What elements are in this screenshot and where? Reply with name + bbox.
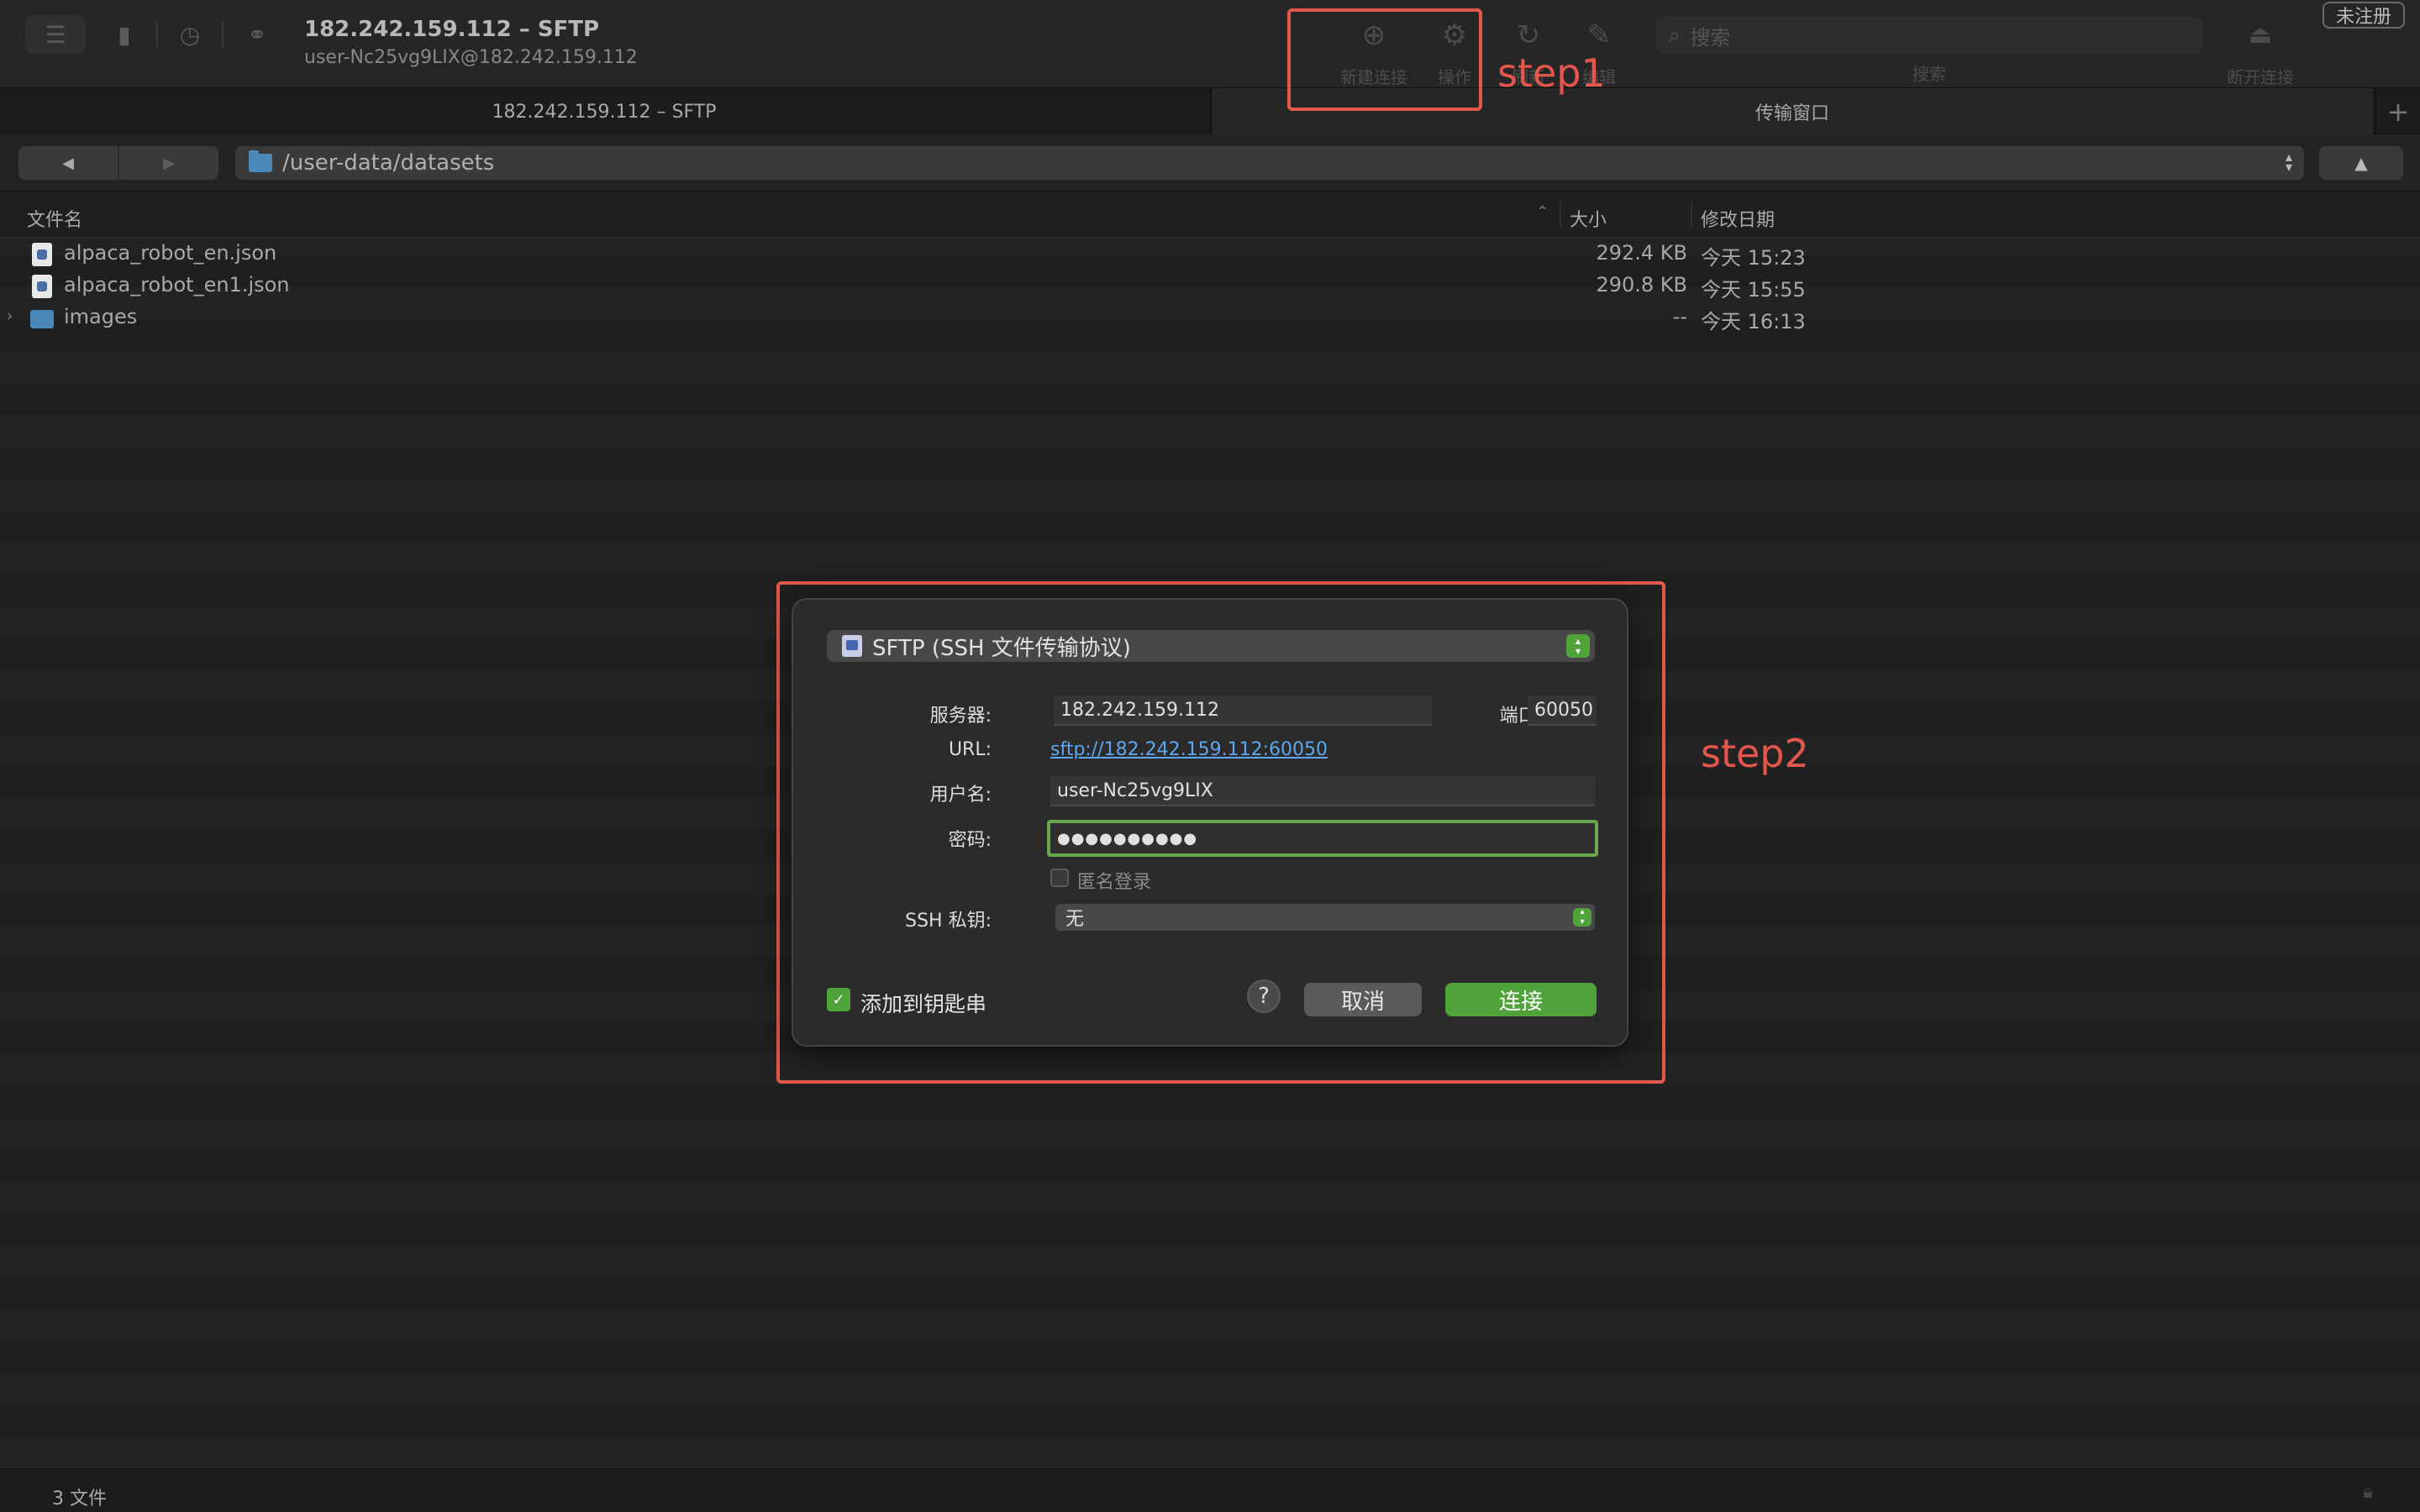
search-field[interactable]: ⌕ 搜索 [1655, 17, 2203, 54]
search-placeholder: 搜索 [1690, 25, 1731, 50]
file-size: 292.4 KB [1596, 241, 1687, 265]
column-size[interactable]: 大小 [1570, 205, 1607, 232]
history-icon[interactable]: ◷ [160, 15, 220, 54]
bookmarks-icon[interactable]: ▮ [94, 15, 155, 54]
step1-label: step1 [1497, 50, 1606, 96]
disconnect-label: 断开连接 [2227, 67, 2294, 87]
help-button[interactable]: ? [1247, 979, 1281, 1013]
connect-button[interactable]: 连接 [1445, 983, 1597, 1016]
refresh-icon: ↻ [1516, 18, 1541, 52]
anonymous-login-checkbox[interactable] [1050, 869, 1069, 887]
lock-icon: 🔒︎ [2363, 1482, 2373, 1503]
url-link[interactable]: sftp://182.242.159.112:60050 [1050, 739, 1328, 760]
toolbar-divider [156, 22, 158, 47]
column-divider[interactable] [1560, 202, 1561, 228]
password-field[interactable]: ●●●●●●●●●● [1047, 820, 1598, 857]
forward-button[interactable]: ▶ [119, 146, 218, 180]
username-label: 用户名: [929, 785, 992, 806]
back-arrow-icon: ◀ [62, 154, 74, 172]
server-field[interactable]: 182.242.159.112 [1054, 696, 1432, 726]
search-label: 搜索 [1912, 64, 1946, 84]
file-modified: 今天 15:23 [1701, 246, 1806, 270]
column-header: 文件名 ⌃ 大小 修改日期 [0, 192, 2420, 239]
ssh-key-value: 无 [1065, 909, 1085, 930]
disconnect-button[interactable]: ⏏ 断开连接 [2210, 17, 2311, 88]
window-title: 182.242.159.112 – SFTP [304, 17, 600, 42]
back-forward-control: ◀ ▶ [18, 146, 218, 180]
anonymous-login-label: 匿名登录 [1077, 872, 1152, 893]
new-tab-button[interactable]: + [2375, 88, 2420, 135]
file-size: -- [1672, 305, 1687, 328]
toolbar-divider [222, 22, 224, 47]
step1-highlight-box [1287, 8, 1482, 111]
connection-dialog: SFTP (SSH 文件传输协议) ▴ ▾ 服务器: 182.242.159.11… [792, 598, 1628, 1047]
window-subtitle: user-Nc25vg9LIX@182.242.159.112 [304, 47, 638, 68]
file-name: images [64, 305, 138, 328]
path-selector[interactable]: /user-data/datasets ▴ ▾ [235, 146, 2304, 180]
chevron-updown-icon: ▴ ▾ [1566, 634, 1590, 658]
keychain-checkbox[interactable]: ✓ [827, 988, 850, 1011]
file-size: 290.8 KB [1596, 273, 1687, 297]
cancel-button[interactable]: 取消 [1304, 983, 1422, 1016]
search-icon: ⌕ [1669, 24, 1681, 47]
eject-icon: ⏏ [2248, 20, 2273, 50]
chevron-updown-icon: ▴ ▾ [1573, 907, 1591, 927]
column-filename[interactable]: 文件名 [27, 205, 82, 232]
file-count: 3 文件 [52, 1488, 107, 1509]
file-row[interactable]: alpaca_robot_en1.json 290.8 KB 今天 15:55 [0, 270, 2420, 302]
protocol-value: SFTP (SSH 文件传输协议) [872, 635, 1131, 661]
outline-view-icon[interactable]: ☰ [25, 15, 86, 54]
pencil-icon: ✎ [1586, 18, 1612, 52]
disclosure-triangle-icon[interactable]: › [7, 307, 13, 325]
url-label: URL: [948, 739, 992, 760]
ssh-key-select[interactable]: 无 ▴ ▾ [1055, 904, 1595, 931]
keychain-label: 添加到钥匙串 [860, 992, 987, 1016]
step2-label: step2 [1701, 731, 1809, 776]
ssh-key-label: SSH 私钥: [905, 911, 992, 932]
status-bar: 3 文件 🔒︎ [0, 1468, 2420, 1512]
username-field[interactable]: user-Nc25vg9LIX [1050, 776, 1595, 806]
back-button[interactable]: ◀ [18, 146, 119, 180]
unregistered-badge[interactable]: 未注册 [2323, 2, 2405, 29]
file-modified: 今天 15:55 [1701, 278, 1806, 302]
toolbar: ☰ ▮ ◷ ⚭ 182.242.159.112 – SFTP user-Nc25… [0, 0, 2420, 87]
folder-row[interactable]: › images -- 今天 16:13 [0, 302, 2420, 334]
up-arrow-icon: ▲ [2354, 153, 2368, 173]
folder-icon [249, 150, 272, 172]
json-file-icon [32, 275, 52, 298]
column-modified[interactable]: 修改日期 [1701, 205, 1775, 232]
folder-icon [30, 310, 54, 328]
current-path: /user-data/datasets [282, 150, 495, 176]
forward-arrow-icon: ▶ [163, 154, 175, 172]
chevron-updown-icon: ▴ ▾ [2285, 149, 2292, 175]
port-field[interactable]: 60050 [1528, 696, 1597, 726]
file-name: alpaca_robot_en1.json [64, 273, 290, 297]
file-modified: 今天 16:13 [1701, 310, 1806, 333]
server-label: 服务器: [929, 706, 992, 727]
sftp-protocol-icon [842, 635, 862, 657]
password-label: 密码: [948, 830, 992, 851]
tab-sftp-browser[interactable]: 182.242.159.112 – SFTP [0, 88, 1208, 135]
tab-bar: 182.242.159.112 – SFTP 传输窗口 + [0, 87, 2420, 135]
bonjour-icon[interactable]: ⚭ [227, 15, 287, 54]
checkmark-icon: ✓ [832, 990, 845, 1009]
column-divider[interactable] [1691, 202, 1692, 228]
parent-directory-button[interactable]: ▲ [2319, 146, 2403, 180]
file-row[interactable]: alpaca_robot_en.json 292.4 KB 今天 15:23 [0, 239, 2420, 270]
json-file-icon [32, 243, 52, 266]
protocol-select[interactable]: SFTP (SSH 文件传输协议) ▴ ▾ [827, 630, 1595, 662]
sort-ascending-icon: ⌃ [1536, 203, 1549, 221]
navigation-bar: ◀ ▶ /user-data/datasets ▴ ▾ ▲ [0, 134, 2420, 192]
file-name: alpaca_robot_en.json [64, 241, 277, 265]
